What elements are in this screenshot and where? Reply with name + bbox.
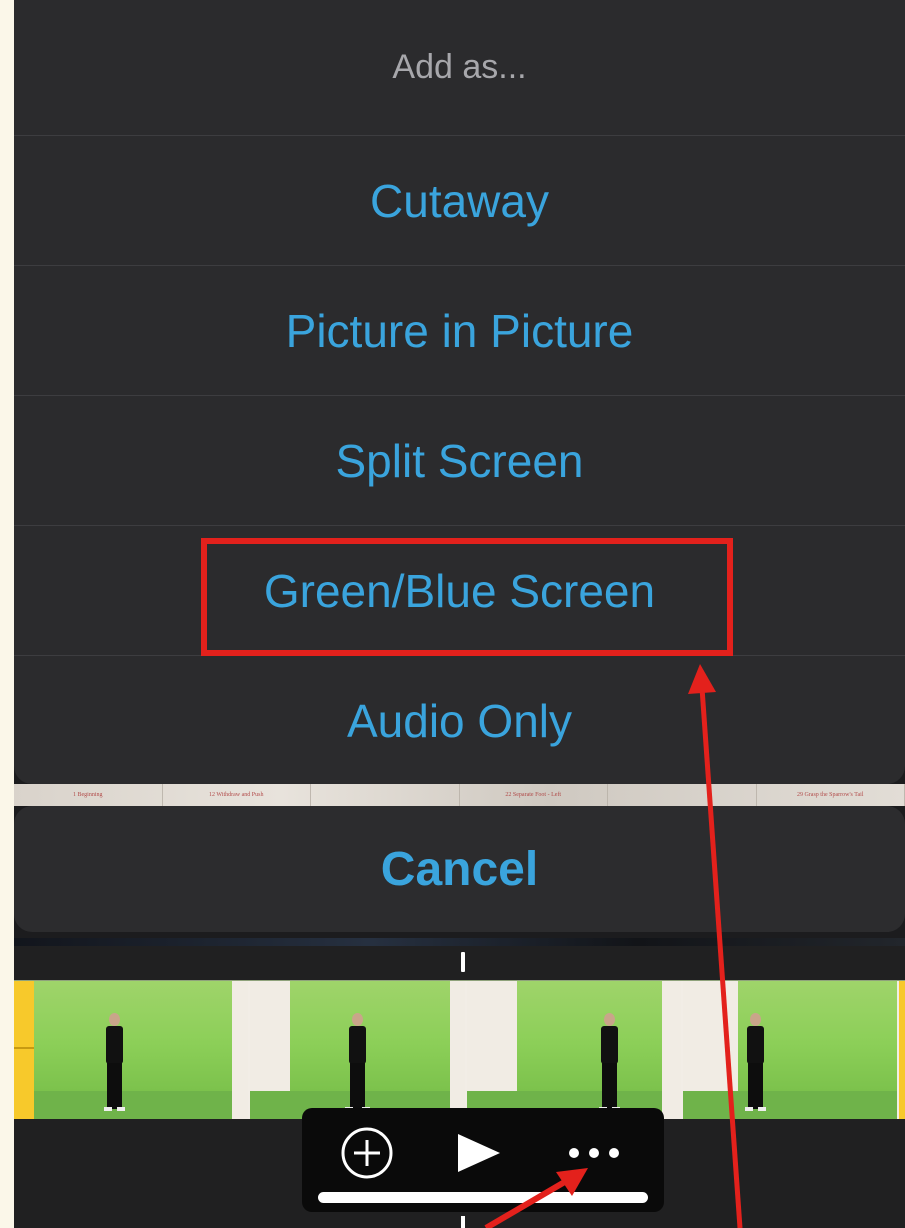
background-thumbnail-strip: 1 Beginning 12 Withdraw and Push 22 Sepa… xyxy=(14,784,905,806)
performer-figure xyxy=(597,1013,621,1113)
video-clip[interactable] xyxy=(14,980,905,1119)
thumbnail-label: 29 Grasp the Sparrow's Tail xyxy=(757,784,905,806)
playback-toolbar xyxy=(302,1108,664,1212)
performer-figure xyxy=(743,1013,767,1113)
option-split-screen[interactable]: Split Screen xyxy=(14,396,905,526)
thumbnail-label xyxy=(608,784,757,806)
playhead-bottom xyxy=(461,1216,465,1228)
app-screen: 1 Beginning 12 Withdraw and Push 22 Sepa… xyxy=(14,0,905,1228)
option-cutaway[interactable]: Cutaway xyxy=(14,136,905,266)
play-icon[interactable] xyxy=(452,1130,506,1176)
performer-figure xyxy=(102,1013,126,1113)
cancel-button[interactable]: Cancel xyxy=(14,806,905,932)
more-ellipsis-icon[interactable] xyxy=(564,1130,624,1176)
performer-figure xyxy=(345,1013,371,1113)
clip-frame xyxy=(250,981,467,1119)
clip-trim-handle-right[interactable] xyxy=(899,981,905,1119)
playhead xyxy=(461,952,465,972)
background-strip-dark xyxy=(14,938,905,946)
scrub-bar[interactable] xyxy=(318,1192,648,1203)
option-audio-only[interactable]: Audio Only xyxy=(14,656,905,785)
thumbnail-label: 22 Separate Foot - Left xyxy=(460,784,608,806)
clip-trim-handle-left[interactable] xyxy=(14,981,34,1119)
thumbnail-label: 12 Withdraw and Push xyxy=(163,784,311,806)
sheet-title: Add as... xyxy=(14,0,905,136)
clip-frame xyxy=(682,981,899,1119)
option-picture-in-picture[interactable]: Picture in Picture xyxy=(14,266,905,396)
add-as-action-sheet: Add as... Cutaway Picture in Picture Spl… xyxy=(14,0,905,784)
thumbnail-label: 1 Beginning xyxy=(14,784,163,806)
clip-frame xyxy=(34,981,251,1119)
add-circle-icon[interactable] xyxy=(340,1127,394,1179)
clip-frames xyxy=(34,981,899,1119)
option-green-blue-screen[interactable]: Green/Blue Screen xyxy=(14,526,905,656)
clip-frame xyxy=(466,981,683,1119)
thumbnail-label xyxy=(311,784,460,806)
